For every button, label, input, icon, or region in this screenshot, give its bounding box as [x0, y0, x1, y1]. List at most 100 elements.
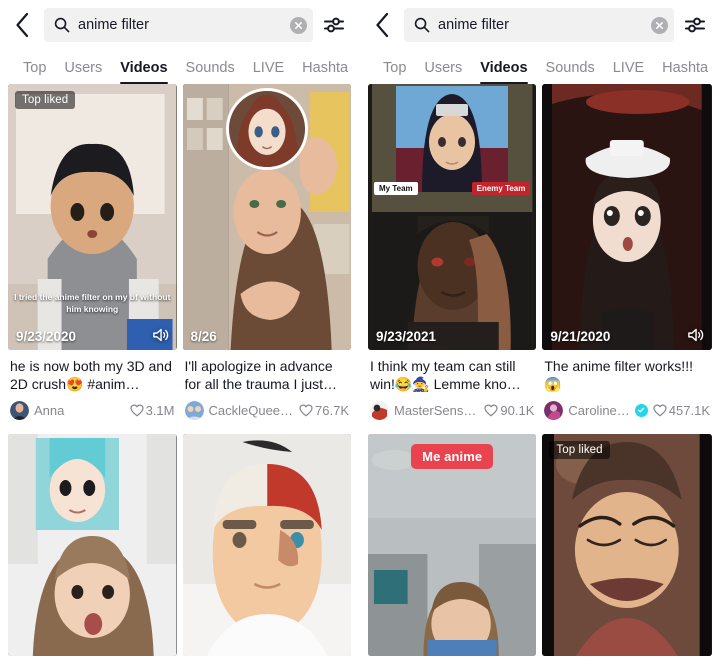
search-icon [54, 17, 70, 33]
tab-hashtags[interactable]: Hashta [293, 60, 357, 84]
sliders-icon [324, 17, 344, 33]
like-count: 457.1K [653, 403, 710, 418]
search-input[interactable]: anime filter [44, 8, 313, 42]
video-card: My Team Enemy Team 9/23/2021 I think my … [368, 84, 537, 420]
tab-videos[interactable]: Videos [111, 60, 176, 84]
thumbnail-image [8, 433, 177, 656]
video-grid: My Team Enemy Team 9/23/2021 I think my … [360, 84, 720, 656]
heart-icon [653, 404, 667, 417]
video-thumbnail[interactable] [8, 433, 177, 656]
video-caption: The anime filter works!!! 😱 [544, 358, 693, 393]
video-thumbnail[interactable]: 9/21/2020 [542, 84, 712, 350]
video-date: 9/21/2020 [550, 329, 611, 344]
close-icon [295, 21, 302, 29]
my-team-tag: My Team [374, 182, 418, 195]
back-button[interactable] [8, 8, 36, 42]
video-caption: I think my team can still win!😂🧙 Lemme k… [370, 358, 521, 393]
tab-users[interactable]: Users [55, 60, 111, 84]
thumbnail-image [182, 433, 351, 656]
sliders-icon [685, 17, 705, 33]
tab-sounds[interactable]: Sounds [537, 60, 604, 84]
thumbnail-image [542, 433, 712, 656]
search-tabs: Top Users Videos Sounds LIVE Hashta [360, 50, 720, 84]
search-icon [414, 17, 430, 33]
like-count-text: 90.1K [500, 402, 535, 418]
video-author[interactable]: CackleQuee… [209, 403, 295, 418]
tab-live[interactable]: LIVE [244, 60, 293, 84]
video-meta: CackleQuee… 76.7K [184, 400, 349, 420]
video-card: Top liked I tried the anime filter on my… [8, 84, 177, 420]
video-card: 8/26 I'll apologize in advance for all t… [182, 84, 351, 420]
avatar[interactable] [544, 400, 564, 420]
filter-button[interactable] [682, 12, 708, 38]
tab-videos[interactable]: Videos [471, 60, 536, 84]
like-count-text: 3.1M [145, 402, 175, 418]
video-author[interactable]: MasterSens… [394, 403, 479, 418]
video-thumbnail[interactable]: Top liked I tried the anime filter on my… [8, 84, 177, 350]
video-meta: Anna 3.1M [10, 400, 175, 420]
avatar[interactable] [370, 400, 389, 420]
anime-face-overlay [396, 86, 509, 192]
video-thumbnail[interactable]: Me anime [368, 433, 537, 656]
sound-on-icon [687, 327, 704, 343]
video-meta: Caroline… 457.1K [544, 400, 710, 420]
verified-badge [634, 403, 648, 417]
video-caption: he is now both my 3D and 2D crush😍 #anim… [10, 358, 172, 393]
search-header: anime filter [0, 0, 359, 50]
clear-search-button[interactable] [290, 16, 307, 34]
thumbnail-image [542, 84, 712, 350]
video-card: Top liked [542, 433, 712, 656]
heart-icon [484, 404, 499, 417]
tab-top[interactable]: Top [374, 60, 415, 84]
video-thumbnail[interactable]: 8/26 [182, 84, 351, 350]
avatar[interactable] [184, 400, 204, 420]
tab-users[interactable]: Users [415, 60, 471, 84]
top-liked-badge: Top liked [549, 440, 610, 459]
sound-on-icon [152, 327, 169, 343]
tab-sounds[interactable]: Sounds [177, 60, 244, 84]
check-icon [638, 408, 645, 413]
enemy-team-tag: Enemy Team [471, 182, 531, 195]
video-meta: MasterSens… 90.1K [370, 400, 534, 420]
video-author[interactable]: Caroline… [568, 403, 629, 418]
clear-search-button[interactable] [651, 16, 668, 34]
avatar[interactable] [10, 400, 29, 420]
video-date: 9/23/2020 [16, 329, 77, 344]
tab-live[interactable]: LIVE [604, 60, 653, 84]
like-count-text: 457.1K [668, 402, 710, 418]
search-query-text: anime filter [78, 17, 149, 33]
video-thumbnail[interactable]: My Team Enemy Team 9/23/2021 [368, 84, 537, 350]
video-card [182, 433, 351, 656]
panel-left: anime filter Top Users Videos Sounds LIV… [0, 0, 360, 667]
video-card: 9/21/2020 The anime filter works!!! 😱 Ca… [542, 84, 712, 420]
like-count: 90.1K [484, 403, 534, 418]
video-subtitle: I tried the anime filter on my bf withou… [14, 291, 171, 315]
video-card [8, 433, 177, 656]
heart-icon [299, 404, 313, 417]
filter-button[interactable] [321, 12, 347, 38]
search-input[interactable]: anime filter [404, 8, 674, 42]
anime-face-overlay [225, 88, 308, 170]
back-button[interactable] [368, 8, 396, 42]
video-thumbnail[interactable] [182, 433, 351, 656]
search-results-screen: anime filter Top Users Videos Sounds LIV… [0, 0, 720, 667]
chevron-left-icon [16, 12, 29, 38]
video-card: Me anime [368, 433, 537, 656]
video-thumbnail[interactable]: Top liked [542, 433, 712, 656]
search-query-text: anime filter [438, 17, 509, 33]
tab-top[interactable]: Top [14, 60, 55, 84]
like-count: 3.1M [129, 402, 175, 418]
video-date: 8/26 [190, 329, 217, 344]
me-anime-badge: Me anime [411, 443, 494, 469]
chevron-left-icon [376, 12, 389, 38]
video-grid: Top liked I tried the anime filter on my… [0, 84, 359, 656]
video-author[interactable]: Anna [34, 403, 125, 418]
heart-icon [129, 404, 144, 417]
tab-hashtags[interactable]: Hashta [653, 60, 717, 84]
search-tabs: Top Users Videos Sounds LIVE Hashta [0, 50, 359, 84]
like-count-text: 76.7K [315, 402, 349, 418]
video-caption: I'll apologize in advance for all the tr… [184, 358, 338, 393]
search-header: anime filter [360, 0, 720, 50]
close-icon [656, 21, 663, 29]
like-count: 76.7K [299, 403, 349, 418]
